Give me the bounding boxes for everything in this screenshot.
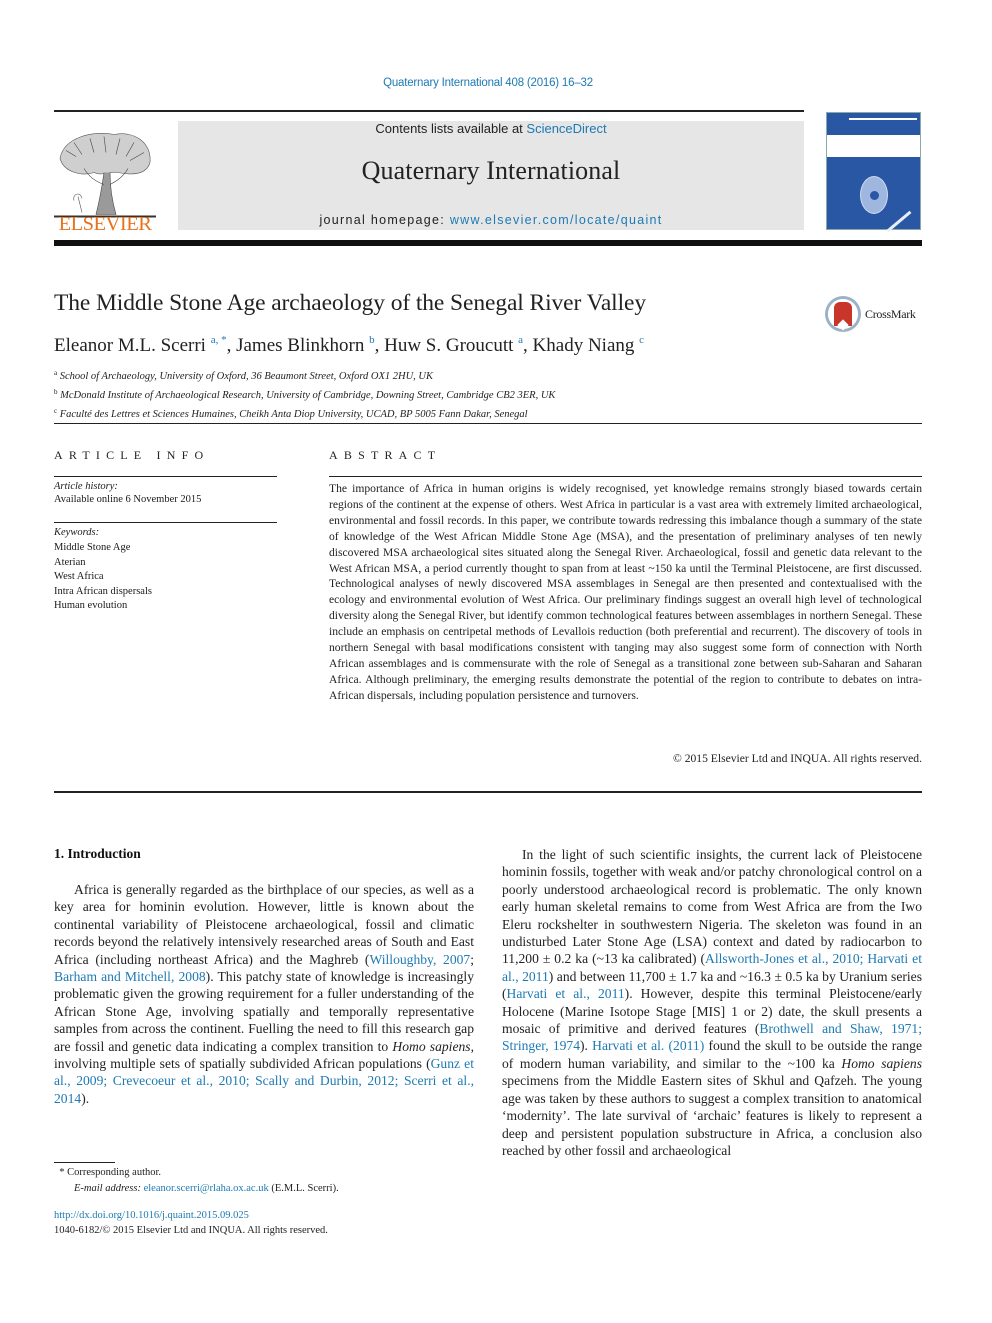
cover-seal-icon [860, 176, 888, 214]
article-info-rule [54, 476, 277, 477]
keyword: Intra African dispersals [54, 585, 152, 597]
doi-link[interactable]: http://dx.doi.org/10.1016/j.quaint.2015.… [54, 1210, 249, 1221]
header-top-rule [54, 110, 804, 112]
email-label: E-mail address: [74, 1182, 141, 1194]
citation-link[interactable]: Barham and Mitchell, 2008 [54, 969, 206, 984]
article-info-heading: ARTICLE INFO [54, 448, 210, 462]
footnote: * Corresponding author. E-mail address: … [54, 1165, 339, 1197]
article-history-value: Available online 6 November 2015 [54, 494, 202, 505]
issn-line: 1040-6182/© 2015 Elsevier Ltd and INQUA.… [54, 1225, 328, 1236]
keyword: Aterian [54, 556, 86, 568]
homepage-prefix: journal homepage: [319, 213, 450, 227]
affiliation-text: Faculté des Lettres et Sciences Humaines… [59, 408, 528, 420]
author-list: Eleanor M.L. Scerri a, *, James Blinkhor… [54, 334, 644, 357]
affiliation: c Faculté des Lettres et Sciences Humain… [54, 404, 555, 423]
citation-link[interactable]: Harvati et al., 2011 [507, 986, 625, 1001]
keywords-rule [54, 522, 277, 523]
cover-band [827, 135, 920, 157]
contents-line: Contents lists available at ScienceDirec… [178, 121, 804, 136]
journal-cover-icon[interactable] [826, 112, 921, 233]
affiliation-text: McDonald Institute of Archaeological Res… [60, 389, 556, 401]
author-separator: , [226, 335, 232, 356]
abstract-heading: ABSTRACT [329, 448, 442, 462]
corresponding-text: Corresponding author. [67, 1167, 162, 1178]
header-bottom-rule [54, 240, 922, 246]
email-suffix: (E.M.L. Scerri). [268, 1182, 339, 1194]
keywords-label: Keywords: [54, 527, 100, 538]
author-name[interactable]: Khady Niang [533, 335, 635, 356]
article-title: The Middle Stone Age archaeology of the … [54, 290, 646, 316]
homepage-line: journal homepage: www.elsevier.com/locat… [178, 213, 804, 227]
affiliations: a School of Archaeology, University of O… [54, 366, 555, 422]
abstract-rule [329, 476, 922, 477]
affiliation-marker: b [54, 387, 58, 396]
section-heading-introduction: 1. Introduction [54, 846, 141, 861]
body-column-left: Africa is generally regarded as the birt… [54, 881, 474, 1107]
emphasis-text: Homo sapiens [392, 1038, 471, 1054]
keywords-list: Middle Stone Age Aterian West Africa Int… [54, 541, 152, 614]
abstract-bottom-rule [54, 791, 922, 793]
citation-link[interactable]: Harvati et al. (2011) [592, 1038, 704, 1053]
affiliation: b McDonald Institute of Archaeological R… [54, 385, 555, 404]
crossmark-label: CrossMark [865, 307, 916, 321]
journal-reference-link[interactable]: Quaternary International 408 (2016) 16–3… [0, 77, 976, 89]
citation-link[interactable]: Allsworth-Jones et al., 2010; Harvati et… [502, 951, 922, 983]
corresponding-note: * Corresponding author. [54, 1165, 339, 1181]
author-separator: , [523, 335, 528, 356]
contents-prefix: Contents lists available at [375, 121, 527, 136]
article-history-label: Article history: [54, 481, 118, 492]
author-affiliation-sup[interactable]: c [639, 334, 644, 346]
title-rule [54, 423, 922, 424]
body-column-right: In the light of such scientific insights… [502, 846, 922, 1159]
abstract-text: The importance of Africa in human origin… [329, 482, 922, 702]
cover-title-bar [849, 118, 917, 120]
keyword: Human evolution [54, 600, 128, 611]
paragraph: In the light of such scientific insights… [502, 847, 923, 1158]
author-separator: , [374, 335, 380, 356]
email-link[interactable]: eleanor.scerri@rlaha.ox.ac.uk [144, 1183, 269, 1194]
author-affiliation-sup[interactable]: a, * [211, 334, 227, 346]
footnote-rule [54, 1162, 115, 1163]
footnote-marker: * [59, 1167, 65, 1178]
cover-stripe [886, 210, 912, 233]
affiliation-marker: c [54, 406, 58, 415]
keyword: Middle Stone Age [54, 542, 131, 553]
abstract-copyright: © 2015 Elsevier Ltd and INQUA. All right… [672, 752, 922, 765]
emphasis-text: Homo sapiens [841, 1055, 922, 1071]
crossmark-button[interactable]: CrossMark [825, 296, 925, 334]
citation-link[interactable]: Gunz et al., 2009; Crevecoeur et al., 20… [54, 1056, 474, 1106]
email-note: E-mail address: eleanor.scerri@rlaha.ox.… [54, 1181, 339, 1197]
author-name[interactable]: Eleanor M.L. Scerri [54, 335, 206, 356]
author-name[interactable]: Huw S. Groucutt [384, 335, 513, 356]
affiliation-text: School of Archaeology, University of Oxf… [59, 371, 434, 382]
elsevier-logo-text[interactable]: ELSEVIER [54, 213, 156, 236]
journal-name: Quaternary International [361, 156, 621, 185]
keyword: West Africa [54, 571, 104, 582]
author-name[interactable]: James Blinkhorn [236, 335, 364, 356]
citation-link[interactable]: Willoughby, 2007 [369, 952, 470, 967]
affiliation-marker: a [54, 369, 58, 377]
affiliation: a School of Archaeology, University of O… [54, 366, 555, 385]
journal-homepage-link[interactable]: www.elsevier.com/locate/quaint [450, 213, 663, 227]
sciencedirect-link[interactable]: ScienceDirect [526, 121, 606, 136]
paragraph: Africa is generally regarded as the birt… [54, 882, 475, 1106]
citation-link[interactable]: Brothwell and Shaw, 1971; Stringer, 1974 [502, 1021, 922, 1053]
crossmark-icon [825, 296, 861, 332]
